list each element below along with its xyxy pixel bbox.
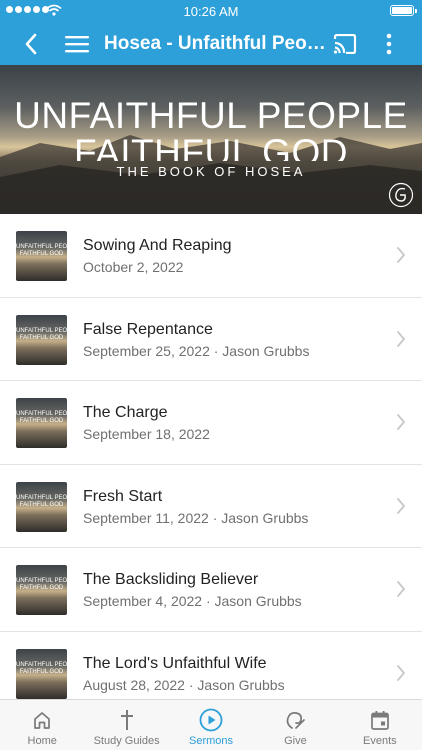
tab-study-guides[interactable]: Study Guides: [84, 700, 168, 750]
tab-label: Home: [27, 735, 57, 747]
app-bar: Hosea - Unfaithful People Faithful God: [0, 22, 422, 65]
sermon-meta: September 25, 2022 · Jason Grubbs: [83, 342, 310, 359]
tab-bar: Home Study Guides Sermons Give Events: [0, 699, 422, 750]
sermon-thumbnail: UNFAITHFUL PEOPLE FAITHFUL GOD: [16, 565, 67, 615]
cast-button[interactable]: [330, 22, 360, 65]
thumbnail-title-line1: UNFAITHFUL PEOPLE: [16, 327, 67, 334]
sermon-thumbnail: UNFAITHFUL PEOPLE FAITHFUL GOD: [16, 481, 67, 532]
series-banner: UNFAITHFUL PEOPLE FAITHFUL GOD THE BOOK …: [0, 65, 422, 214]
sermon-row[interactable]: UNFAITHFUL PEOPLE FAITHFUL GOD The Backs…: [0, 548, 422, 632]
banner-title-line2: FAITHFUL GOD: [74, 132, 348, 161]
sermon-list: UNFAITHFUL PEOPLE FAITHFUL GOD Sowing An…: [0, 214, 422, 715]
cross-icon: [120, 710, 133, 730]
sermon-meta: October 2, 2022: [83, 259, 184, 275]
status-time: 10:26 AM: [183, 4, 239, 19]
more-vertical-icon: [386, 33, 392, 54]
tab-label: Study Guides: [93, 735, 160, 747]
church-logo-icon: [388, 182, 414, 208]
chevron-right-icon: [397, 414, 405, 430]
hamburger-icon: [65, 35, 89, 52]
chevron-left-icon: [25, 33, 37, 54]
sermon-thumbnail: UNFAITHFUL PEOPLE FAITHFUL GOD: [16, 648, 67, 699]
sermon-title: The Lord's Unfaithful Wife: [83, 654, 267, 672]
cast-icon: [333, 33, 357, 54]
battery-icon: [390, 5, 417, 16]
sermon-thumbnail: UNFAITHFUL PEOPLE FAITHFUL GOD: [16, 231, 67, 281]
tab-label: Sermons: [189, 735, 234, 747]
play-icon: [199, 708, 223, 732]
chevron-right-icon: [397, 664, 405, 681]
back-button[interactable]: [16, 22, 46, 65]
give-icon: [287, 712, 306, 729]
calendar-icon: [370, 710, 389, 730]
sermon-thumbnail: UNFAITHFUL PEOPLE FAITHFUL GOD: [16, 314, 67, 365]
chevron-right-icon: [397, 247, 405, 263]
sermon-thumbnail: UNFAITHFUL PEOPLE FAITHFUL GOD: [16, 398, 67, 448]
sermon-title: Sowing And Reaping: [83, 237, 232, 254]
sermon-meta: September 18, 2022: [83, 426, 210, 442]
sermon-title: Fresh Start: [83, 487, 163, 505]
tab-give[interactable]: Give: [253, 700, 337, 750]
home-icon: [34, 712, 51, 729]
sermon-title: The Charge: [83, 404, 168, 421]
banner-subtitle: THE BOOK OF HOSEA: [116, 164, 306, 179]
thumbnail-title-line2: FAITHFUL GOD: [19, 585, 64, 591]
tab-sermons[interactable]: Sermons: [169, 700, 253, 750]
sermon-row[interactable]: UNFAITHFUL PEOPLE FAITHFUL GOD The Charg…: [0, 381, 422, 465]
thumbnail-title-line2: FAITHFUL GOD: [19, 251, 64, 257]
sermon-title: False Repentance: [83, 320, 213, 338]
tab-label: Give: [284, 735, 307, 747]
tab-label: Events: [363, 735, 397, 747]
more-options-button[interactable]: [376, 22, 402, 65]
thumbnail-title-line1: UNFAITHFUL PEOPLE: [16, 244, 67, 250]
sermon-meta: August 28, 2022 · Jason Grubbs: [83, 676, 285, 693]
page-title: Hosea - Unfaithful People Faithful God: [104, 33, 326, 54]
tab-home[interactable]: Home: [0, 700, 84, 750]
sermon-meta: September 4, 2022 · Jason Grubbs: [83, 593, 302, 609]
thumbnail-title-line1: UNFAITHFUL PEOPLE: [16, 494, 67, 501]
tab-events[interactable]: Events: [338, 700, 422, 750]
thumbnail-title-line1: UNFAITHFUL PEOPLE: [16, 661, 67, 668]
sermon-meta: September 11, 2022 · Jason Grubbs: [83, 509, 309, 526]
chevron-right-icon: [397, 497, 405, 514]
sermon-row[interactable]: UNFAITHFUL PEOPLE FAITHFUL GOD False Rep…: [0, 297, 422, 381]
chevron-right-icon: [397, 330, 405, 347]
chevron-right-icon: [397, 581, 405, 597]
thumbnail-title-line1: UNFAITHFUL PEOPLE: [16, 578, 67, 584]
thumbnail-title-line2: FAITHFUL GOD: [19, 334, 64, 341]
menu-button[interactable]: [62, 22, 92, 65]
status-bar: 10:26 AM: [0, 0, 422, 22]
thumbnail-title-line1: UNFAITHFUL PEOPLE: [16, 411, 67, 417]
sermon-title: The Backsliding Believer: [83, 571, 259, 588]
thumbnail-title-line2: FAITHFUL GOD: [19, 418, 64, 424]
sermon-row[interactable]: UNFAITHFUL PEOPLE FAITHFUL GOD Fresh Sta…: [0, 464, 422, 548]
thumbnail-title-line2: FAITHFUL GOD: [19, 501, 64, 508]
thumbnail-title-line2: FAITHFUL GOD: [19, 668, 64, 675]
sermon-row[interactable]: UNFAITHFUL PEOPLE FAITHFUL GOD Sowing An…: [0, 214, 422, 298]
